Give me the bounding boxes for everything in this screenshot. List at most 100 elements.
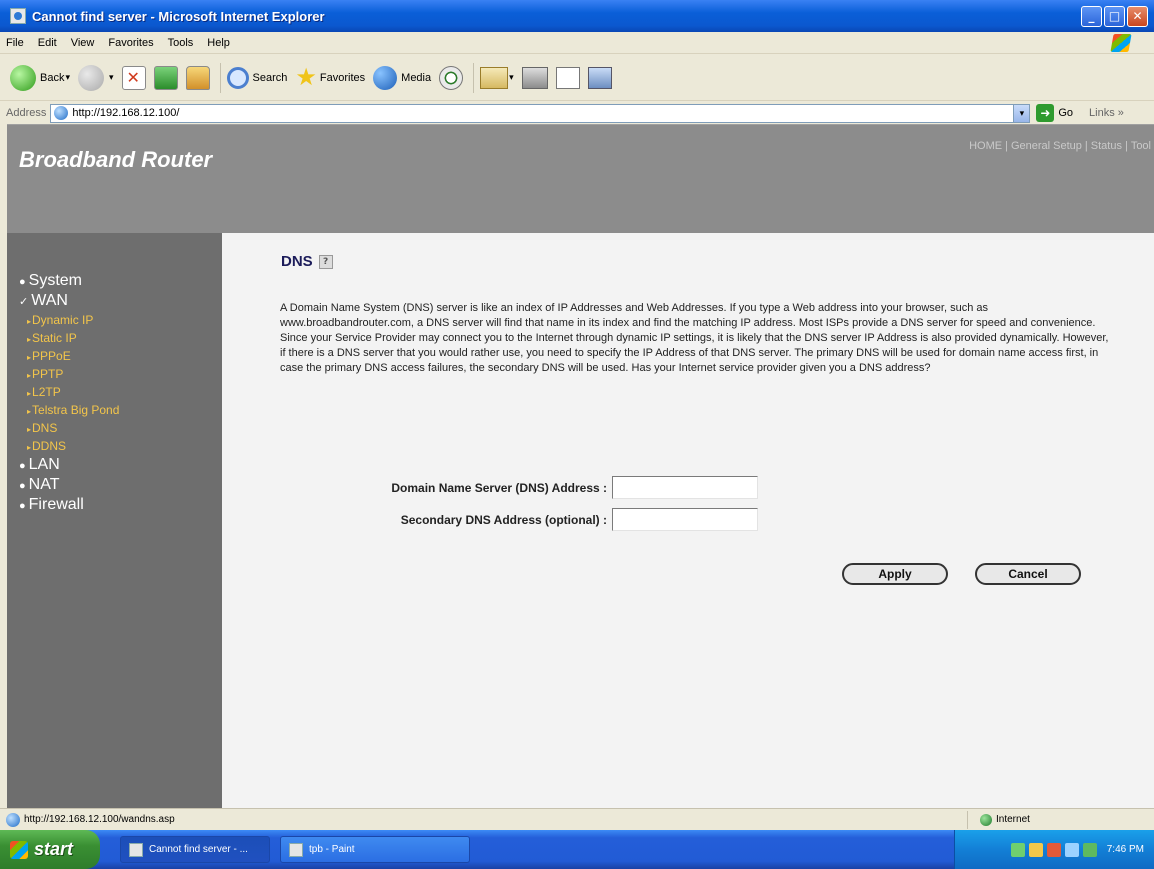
favorites-button[interactable]: ★ Favorites (295, 63, 365, 92)
menu-view[interactable]: View (71, 37, 95, 49)
taskbar-item-ie[interactable]: Cannot find server - ... (120, 836, 270, 863)
title-bar[interactable]: Cannot find server - Microsoft Internet … (0, 0, 1154, 32)
sidebar-item-label: LAN (28, 456, 60, 473)
start-button[interactable]: start (0, 830, 100, 869)
sidebar-subitem-pppoe[interactable]: ▸PPPoE (19, 347, 119, 365)
security-icon[interactable] (1046, 842, 1061, 857)
sidebar-item-label: Static IP (32, 331, 77, 345)
sidebar-item-label: Dynamic IP (32, 313, 94, 327)
network-icon[interactable] (1010, 842, 1025, 857)
security-zone: Internet (967, 810, 1154, 829)
maximize-button[interactable]: □ (1104, 5, 1125, 27)
sidebar-item-lan[interactable]: ● LAN (19, 455, 119, 475)
sidebar-item-nat[interactable]: ● NAT (19, 475, 119, 495)
zone-label: Internet (996, 814, 1030, 825)
apply-button[interactable]: Apply (842, 563, 948, 585)
sidebar-item-label: Telstra Big Pond (32, 403, 120, 417)
top-nav: HOME | General Setup | Status | Tool (969, 140, 1151, 152)
menu-favorites[interactable]: Favorites (108, 37, 153, 49)
toolbar-separator (219, 62, 221, 93)
go-label: Go (1058, 107, 1074, 119)
topnav-home[interactable]: HOME (969, 140, 1002, 152)
page-title-text: DNS (281, 253, 313, 270)
sidebar-subitem-dynamic-ip[interactable]: ▸Dynamic IP (19, 311, 119, 329)
ie-icon (129, 842, 143, 857)
sidebar-item-firewall[interactable]: ● Firewall (19, 495, 119, 515)
router-banner: Broadband Router HOME | General Setup | Stat… (7, 125, 1154, 233)
topnav-status[interactable]: Status (1091, 140, 1122, 152)
chevron-down-icon[interactable]: ▾ (509, 72, 514, 83)
mail-button[interactable]: ▾ (480, 66, 514, 89)
page-viewport: Broadband Router HOME | General Setup | Stat… (7, 124, 1154, 809)
chevron-down-icon[interactable]: ▾ (1013, 104, 1030, 122)
go-arrow-icon: ➜ (1036, 104, 1055, 122)
go-button[interactable]: ➜ Go (1036, 104, 1073, 122)
sidebar-subitem-l2tp[interactable]: ▸L2TP (19, 383, 119, 401)
topnav-general-setup[interactable]: General Setup (1011, 140, 1082, 152)
sidebar-item-system[interactable]: ● System (19, 271, 119, 291)
menu-edit[interactable]: Edit (38, 37, 57, 49)
menu-file[interactable]: File (6, 37, 24, 49)
sidebar-item-wan[interactable]: ✓ WAN (19, 291, 119, 311)
toolbar-separator (473, 62, 475, 93)
globe-icon (980, 813, 992, 826)
home-button[interactable] (185, 65, 210, 90)
monitor-icon[interactable] (1064, 842, 1079, 857)
arrow-right-icon: ▸ (27, 353, 32, 362)
sidebar-nav: ● System ✓ WAN ▸Dynamic IP ▸Static IP ▸PPP… (19, 271, 119, 515)
printer-icon (521, 66, 548, 89)
volume-icon[interactable] (1028, 842, 1043, 857)
arrow-right-icon: ▸ (27, 371, 32, 380)
chevron-down-icon[interactable]: ▾ (65, 72, 70, 83)
sidebar-item-label: Firewall (28, 496, 84, 513)
menu-help[interactable]: Help (207, 37, 230, 49)
clock[interactable]: 7:46 PM (1107, 844, 1144, 855)
edit-button[interactable] (555, 66, 580, 89)
forward-arrow-icon (78, 64, 104, 91)
bullet-icon: ● (19, 480, 26, 492)
window-controls: _ □ ✕ (1081, 5, 1148, 27)
sidebar-item-label: System (28, 272, 82, 289)
chevron-down-icon[interactable]: ▾ (109, 72, 114, 83)
help-icon[interactable]: ? (318, 255, 333, 270)
forward-button[interactable]: ▾ (78, 64, 114, 91)
refresh-button[interactable] (153, 65, 178, 90)
sidebar-subitem-pptp[interactable]: ▸PPTP (19, 365, 119, 383)
back-button[interactable]: Back ▾ (10, 64, 70, 91)
messenger-button[interactable] (587, 66, 612, 89)
sidebar-subitem-telstra-big-pond[interactable]: ▸Telstra Big Pond (19, 401, 119, 419)
close-button[interactable]: ✕ (1127, 5, 1148, 27)
bullet-icon: ● (19, 460, 26, 472)
secondary-dns-input[interactable] (612, 508, 758, 531)
minimize-button[interactable]: _ (1081, 5, 1102, 27)
primary-dns-label: Domain Name Server (DNS) Address : (391, 481, 607, 495)
primary-dns-row: Domain Name Server (DNS) Address : (222, 476, 1154, 500)
taskbar-item-paint[interactable]: tpb - Paint (280, 836, 470, 863)
print-button[interactable] (521, 66, 548, 89)
links-button[interactable]: Links » (1089, 107, 1124, 119)
sidebar-subitem-dns[interactable]: ▸DNS (19, 419, 119, 437)
bullet-icon: ● (19, 276, 26, 288)
cancel-button[interactable]: Cancel (975, 563, 1081, 585)
primary-dns-input[interactable] (612, 476, 758, 499)
address-url[interactable]: http://192.168.12.100/ (72, 107, 1013, 119)
sidebar-subitem-ddns[interactable]: ▸DDNS (19, 437, 119, 455)
back-label: Back (40, 71, 65, 84)
status-text: http://192.168.12.100/wandns.asp (24, 814, 175, 825)
menu-tools[interactable]: Tools (168, 37, 194, 49)
address-input[interactable]: http://192.168.12.100/ ▾ (50, 103, 1031, 123)
stop-button[interactable] (121, 65, 146, 90)
sidebar: ● System ✓ WAN ▸Dynamic IP ▸Static IP ▸PPP… (7, 233, 222, 809)
media-button[interactable]: Media (373, 65, 431, 90)
page-icon (54, 106, 69, 120)
brand-title: Broadband Router (19, 147, 213, 172)
search-button[interactable]: Search (226, 66, 287, 89)
messenger-icon[interactable] (1082, 842, 1097, 857)
sidebar-item-label: DDNS (32, 439, 67, 453)
sidebar-subitem-static-ip[interactable]: ▸Static IP (19, 329, 119, 347)
history-button[interactable] (439, 65, 464, 90)
topnav-tool[interactable]: Tool (1131, 140, 1151, 152)
sidebar-item-label: WAN (31, 292, 68, 309)
taskbar: start Cannot find server - ... tpb - Pai… (0, 830, 1154, 869)
arrow-right-icon: ▸ (27, 443, 32, 452)
